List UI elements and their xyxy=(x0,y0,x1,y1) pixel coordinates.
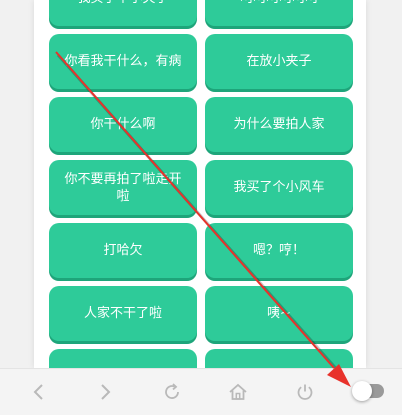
sound-button[interactable]: 呵呵呵呵呵呵 xyxy=(205,0,353,26)
sound-button[interactable]: 你看我干什么，有病 xyxy=(49,34,197,89)
home-button[interactable] xyxy=(223,377,253,407)
back-icon xyxy=(33,384,43,400)
home-icon xyxy=(229,383,247,400)
sound-button[interactable]: 为什么要拍人家 xyxy=(205,97,353,152)
sound-button[interactable]: 人家不干了啦 xyxy=(49,286,197,341)
sound-button[interactable]: 我买了个小风车 xyxy=(205,160,353,215)
forward-button[interactable] xyxy=(90,377,120,407)
toggle-knob xyxy=(352,381,372,401)
sound-button[interactable]: 打哈欠 xyxy=(49,223,197,278)
sound-board-panel: 我买了个小夹子呵呵呵呵呵呵你看我干什么，有病在放小夹子你干什么啊为什么要拍人家你… xyxy=(34,0,366,368)
power-button[interactable] xyxy=(290,377,320,407)
bottom-navigation-bar xyxy=(0,368,402,415)
sound-button[interactable]: 你干什么啊 xyxy=(49,97,197,152)
sound-button[interactable]: 咦~ xyxy=(205,286,353,341)
sound-button[interactable]: 人家不干了 xyxy=(205,349,353,368)
refresh-button[interactable] xyxy=(157,377,187,407)
sound-button[interactable]: 在放小夹子 xyxy=(205,34,353,89)
power-icon xyxy=(297,384,313,400)
back-button[interactable] xyxy=(24,377,54,407)
forward-icon xyxy=(101,384,111,400)
sound-button[interactable]: 我买了个小夹子 xyxy=(49,0,197,26)
toggle-switch[interactable] xyxy=(352,381,384,401)
sound-button[interactable]: 哈哈哈 xyxy=(49,349,197,368)
refresh-icon xyxy=(165,383,179,399)
sound-button[interactable]: 嗯？哼！ xyxy=(205,223,353,278)
sound-button[interactable]: 你不要再拍了啦走开啦 xyxy=(49,160,197,215)
